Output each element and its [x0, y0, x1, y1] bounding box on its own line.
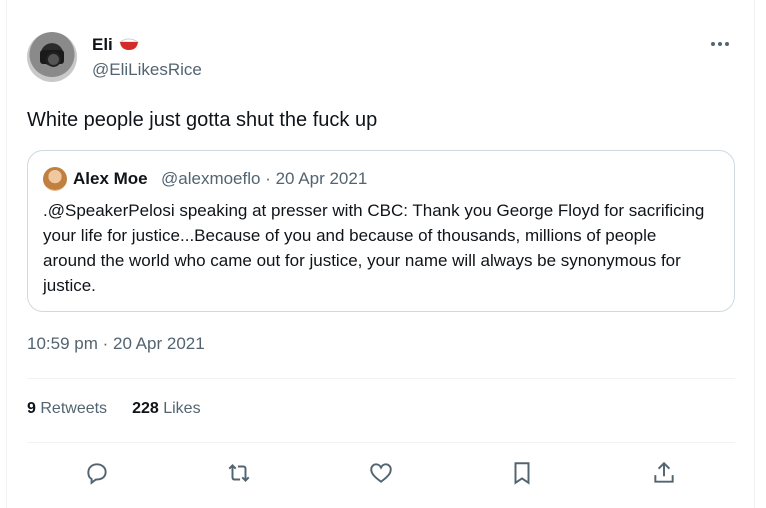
- dot-shape: [711, 42, 715, 46]
- author-handle[interactable]: @EliLikesRice: [92, 60, 202, 80]
- quoted-author-name: Alex Moe: [73, 169, 148, 188]
- likes-stat[interactable]: 228 Likes: [132, 400, 201, 418]
- retweets-label: Retweets: [40, 400, 108, 417]
- dot-shape: [718, 42, 722, 46]
- retweets-stat[interactable]: 9 Retweets: [27, 400, 107, 418]
- quoted-author-handle: @alexmoeflo: [161, 169, 261, 188]
- engagement-stats: 9 Retweets 228 Likes: [27, 400, 201, 418]
- quoted-date: · 20 Apr 2021: [265, 169, 368, 188]
- quoted-tweet-text: .@SpeakerPelosi speaking at presser with…: [43, 201, 705, 295]
- more-options-icon[interactable]: [711, 42, 729, 46]
- quoted-tweet-card[interactable]: Alex Moe @alexmoeflo · 20 Apr 2021 .@Spe…: [27, 150, 735, 312]
- divider: [27, 442, 735, 443]
- action-bar: [0, 457, 766, 489]
- dot-shape: [725, 42, 729, 46]
- reply-icon[interactable]: [84, 460, 110, 486]
- camera-lens-shape: [46, 52, 61, 67]
- likes-count: 228: [132, 400, 159, 417]
- bookmark-icon[interactable]: [509, 460, 535, 486]
- share-icon[interactable]: [651, 460, 677, 486]
- rice-bowl-icon: [119, 38, 139, 50]
- author-name[interactable]: Eli: [92, 35, 113, 55]
- like-icon[interactable]: [368, 460, 394, 486]
- tweet-text: White people just gotta shut the fuck up: [27, 109, 378, 131]
- author-avatar[interactable]: [27, 32, 77, 82]
- likes-label: Likes: [163, 400, 201, 417]
- retweets-count: 9: [27, 400, 36, 417]
- retweet-icon[interactable]: [226, 460, 252, 486]
- quoted-author-avatar: [43, 167, 67, 191]
- divider: [27, 378, 735, 379]
- quoted-author-meta: @alexmoeflo · 20 Apr 2021: [161, 169, 367, 189]
- tweet-timestamp[interactable]: 10:59 pm · 20 Apr 2021: [27, 334, 205, 354]
